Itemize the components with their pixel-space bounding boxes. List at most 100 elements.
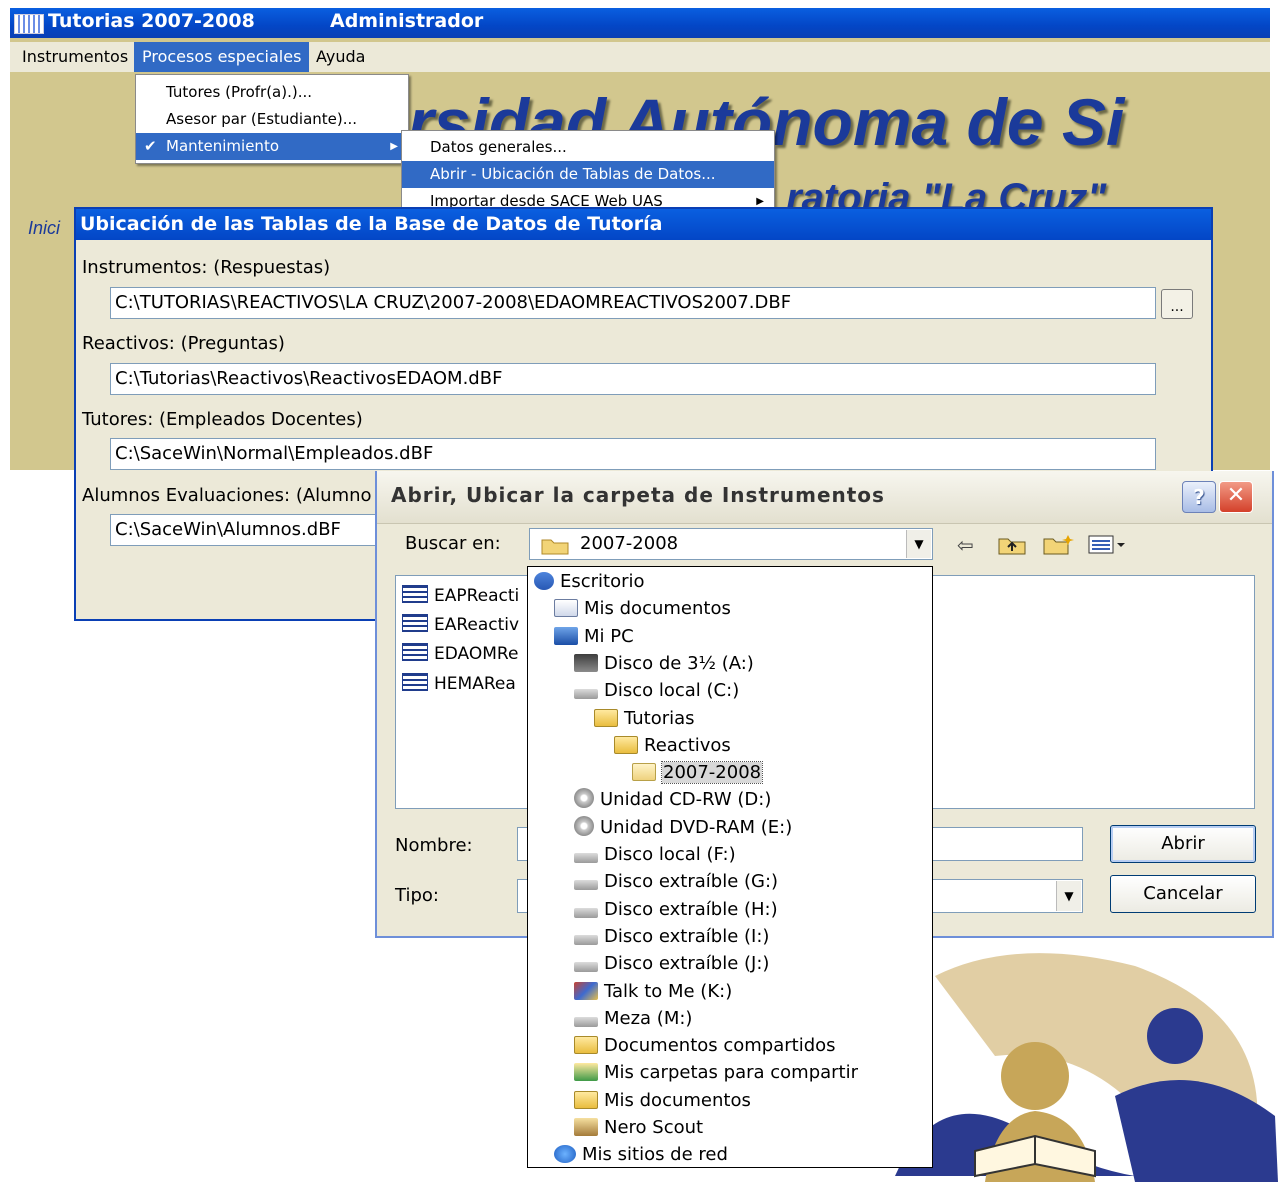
tree-item-label: Mis documentos bbox=[604, 1089, 751, 1111]
new-folder-icon[interactable] bbox=[1042, 533, 1074, 560]
tree-item[interactable]: Unidad CD-RW (D:) bbox=[574, 786, 771, 813]
tree-item[interactable]: Mi PC bbox=[554, 623, 634, 650]
menu-item-datos-generales[interactable]: Datos generales... bbox=[402, 134, 774, 161]
tree-item[interactable]: Mis sitios de red bbox=[554, 1141, 728, 1168]
tree-item-label: Unidad DVD-RAM (E:) bbox=[600, 816, 793, 838]
tree-item-label: Escritorio bbox=[560, 571, 645, 592]
list-item[interactable]: HEMARea bbox=[402, 670, 516, 698]
tree-item[interactable]: Mis carpetas para compartir bbox=[574, 1059, 858, 1086]
drive-icon bbox=[574, 689, 598, 700]
menu-item-mantenimiento[interactable]: ✔ Mantenimiento ▶ bbox=[136, 133, 408, 160]
menu-item-abrir-ubicacion[interactable]: Abrir - Ubicación de Tablas de Datos... bbox=[402, 161, 774, 188]
file-name-label: Nombre: bbox=[395, 835, 473, 856]
tree-item[interactable]: Disco de 3½ (A:) bbox=[574, 650, 754, 677]
cd-icon bbox=[574, 815, 594, 836]
tree-item[interactable]: Unidad DVD-RAM (E:) bbox=[574, 814, 792, 841]
look-in-value: 2007-2008 bbox=[580, 533, 679, 554]
close-button[interactable]: ✕ bbox=[1219, 481, 1253, 513]
chevron-down-icon[interactable]: ▼ bbox=[1056, 881, 1081, 911]
tree-item[interactable]: Disco local (F:) bbox=[574, 841, 736, 868]
folder-icon bbox=[574, 1036, 598, 1055]
open-button[interactable]: Abrir bbox=[1110, 825, 1256, 863]
view-menu-icon[interactable] bbox=[1087, 533, 1127, 560]
tree-item[interactable]: Disco extraíble (H:) bbox=[574, 896, 778, 923]
app-title-bar: Tutorias 2007-2008 Administrador bbox=[10, 8, 1270, 38]
tree-item[interactable]: Mis documentos bbox=[574, 1087, 751, 1114]
table-file-icon bbox=[402, 673, 428, 691]
menu-item-tutores[interactable]: Tutores (Profr(a).)... bbox=[136, 79, 408, 106]
tree-item[interactable]: Disco extraíble (I:) bbox=[574, 923, 769, 950]
app-user: Administrador bbox=[330, 10, 484, 32]
tree-item[interactable]: Documentos compartidos bbox=[574, 1032, 836, 1059]
file-name: EDAOMRe bbox=[434, 644, 519, 664]
tree-item-label: Reactivos bbox=[644, 734, 731, 756]
tree-item[interactable]: 2007-2008 bbox=[632, 759, 764, 786]
help-button[interactable]: ? bbox=[1182, 481, 1216, 513]
floppy-icon bbox=[574, 653, 598, 672]
instrumentos-label: Instrumentos: (Respuestas) bbox=[82, 257, 331, 278]
menu-item-label: Importar desde SACE Web UAS bbox=[430, 192, 663, 208]
tutores-path-field[interactable]: C:\SaceWin\Normal\Empleados.dBF bbox=[110, 438, 1156, 470]
tree-item-label: Talk to Me (K:) bbox=[604, 980, 733, 1002]
menu-item-importar-sace[interactable]: Importar desde SACE Web UAS ▶ bbox=[402, 188, 774, 208]
mantenimiento-submenu: Datos generales... Abrir - Ubicación de … bbox=[401, 130, 775, 208]
menu-item-label: Mantenimiento bbox=[166, 137, 279, 155]
tree-item[interactable]: Disco extraíble (J:) bbox=[574, 950, 769, 977]
look-in-combo[interactable]: 2007-2008 ▼ bbox=[529, 528, 933, 560]
menu-item-label: Asesor par (Estudiante)... bbox=[166, 110, 358, 128]
tree-item[interactable]: Reactivos bbox=[614, 732, 731, 759]
tree-item[interactable]: Nero Scout bbox=[574, 1114, 703, 1141]
browse-button[interactable]: ... bbox=[1161, 289, 1193, 319]
chevron-down-icon[interactable]: ▼ bbox=[906, 530, 931, 558]
folder-open-icon bbox=[540, 535, 570, 555]
alumnos-label: Alumnos Evaluaciones: (Alumno bbox=[82, 485, 372, 506]
open-dialog-title-bar: Abrir, Ubicar la carpeta de Instrumentos bbox=[377, 471, 1272, 524]
submenu-arrow-icon: ▶ bbox=[390, 141, 398, 152]
tables-dialog-title: Ubicación de las Tablas de la Base de Da… bbox=[76, 209, 1211, 240]
menu-instrumentos[interactable]: Instrumentos bbox=[14, 42, 136, 72]
menu-ayuda[interactable]: Ayuda bbox=[308, 42, 373, 72]
tree-item[interactable]: Talk to Me (K:) bbox=[574, 978, 732, 1005]
tree-item-label: Nero Scout bbox=[604, 1117, 704, 1138]
instrumentos-path-field[interactable]: C:\TUTORIAS\REACTIVOS\LA CRUZ\2007-2008\… bbox=[110, 287, 1156, 319]
folder-icon bbox=[574, 1090, 598, 1109]
list-item[interactable]: EAReactiv bbox=[402, 611, 519, 639]
back-arrow-icon[interactable]: ⇦ bbox=[957, 533, 974, 557]
tree-item-label: Mi PC bbox=[584, 625, 634, 647]
look-in-label: Buscar en: bbox=[405, 533, 501, 554]
submenu-arrow-icon: ▶ bbox=[756, 196, 764, 207]
desktop-icon bbox=[534, 572, 554, 590]
tree-item-label: Tutorias bbox=[624, 707, 695, 729]
drive-icon bbox=[574, 1016, 598, 1027]
list-item[interactable]: EDAOMRe bbox=[402, 640, 518, 668]
table-file-icon bbox=[402, 614, 428, 632]
tree-item-label: 2007-2008 bbox=[660, 761, 764, 785]
up-folder-icon[interactable] bbox=[997, 533, 1027, 560]
tree-item-label: Unidad CD-RW (D:) bbox=[600, 789, 772, 811]
tree-item-label: Disco extraíble (H:) bbox=[604, 898, 778, 920]
open-dialog-title: Abrir, Ubicar la carpeta de Instrumentos bbox=[391, 483, 885, 507]
drive-icon bbox=[574, 907, 598, 918]
tree-item-label: Disco local (C:) bbox=[604, 680, 740, 702]
check-icon: ✔ bbox=[144, 137, 157, 155]
share-icon bbox=[574, 1063, 598, 1082]
menu-item-asesor-par[interactable]: Asesor par (Estudiante)... bbox=[136, 106, 408, 133]
list-item[interactable]: EAPReacti bbox=[402, 582, 519, 610]
cancel-button[interactable]: Cancelar bbox=[1110, 875, 1256, 913]
tree-item[interactable]: Tutorias bbox=[594, 705, 695, 732]
drive-icon bbox=[574, 934, 598, 945]
tree-item[interactable]: Disco extraíble (G:) bbox=[574, 868, 778, 895]
background-left-text: Inici bbox=[28, 218, 61, 238]
tree-item[interactable]: Disco local (C:) bbox=[574, 677, 739, 704]
menu-procesos-especiales[interactable]: Procesos especiales bbox=[134, 42, 310, 72]
reactivos-path-field[interactable]: C:\Tutorias\Reactivos\ReactivosEDAOM.dBF bbox=[110, 363, 1156, 395]
tree-item[interactable]: Meza (M:) bbox=[574, 1005, 692, 1032]
menu-bar: Instrumentos Procesos especiales Ayuda bbox=[10, 42, 1270, 72]
network-icon bbox=[554, 1145, 576, 1164]
nero-icon bbox=[574, 1118, 598, 1136]
tree-item-label: Mis documentos bbox=[584, 598, 731, 620]
menu-item-label: Abrir - Ubicación de Tablas de Datos... bbox=[430, 165, 716, 183]
cd-icon bbox=[574, 788, 594, 809]
tree-item[interactable]: Mis documentos bbox=[554, 595, 731, 622]
tree-item[interactable]: Escritorio bbox=[534, 568, 645, 595]
